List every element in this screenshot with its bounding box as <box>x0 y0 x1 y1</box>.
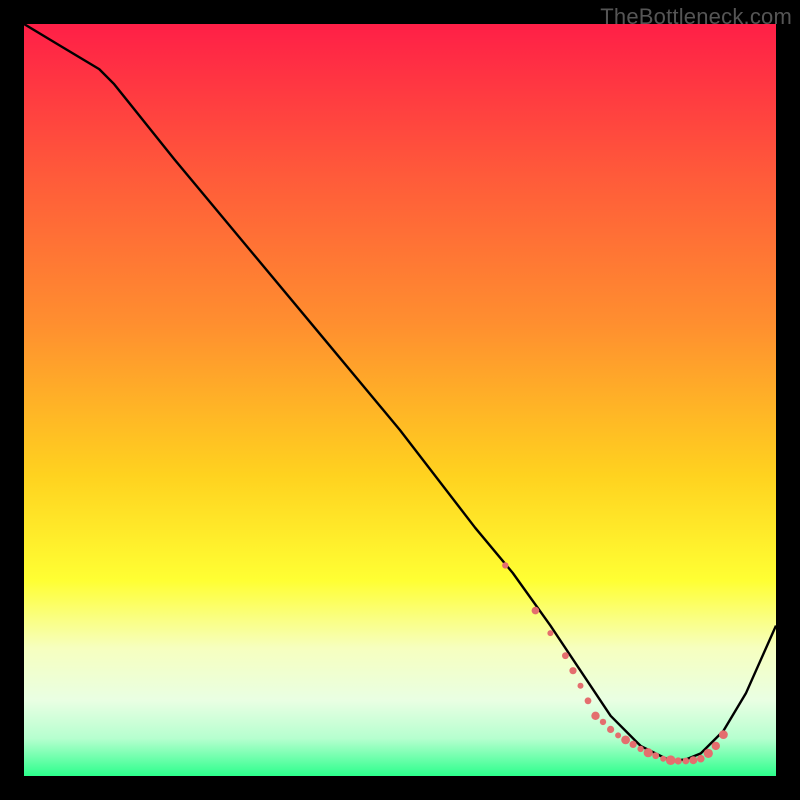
fit-point <box>585 697 592 704</box>
fit-point <box>637 746 643 752</box>
fit-point <box>712 742 720 750</box>
fit-point <box>621 736 630 745</box>
fit-point <box>719 730 728 739</box>
fit-point <box>660 756 666 762</box>
fit-point <box>600 719 606 725</box>
fit-point <box>578 683 584 689</box>
fit-point <box>607 726 614 733</box>
fit-point <box>704 749 713 758</box>
fit-point <box>547 630 553 636</box>
fit-point <box>630 741 637 748</box>
fit-point <box>562 652 569 659</box>
fit-point <box>697 755 705 763</box>
fit-point <box>666 755 676 765</box>
fit-point <box>675 757 682 764</box>
fit-point <box>591 712 599 720</box>
fit-point <box>689 756 697 764</box>
fit-point <box>569 667 576 674</box>
fit-point <box>532 607 540 615</box>
fit-point <box>652 752 659 759</box>
fit-point <box>682 758 689 765</box>
fit-point <box>615 732 621 738</box>
plot-area <box>24 24 776 776</box>
fit-point <box>502 562 508 568</box>
fit-point <box>644 748 653 757</box>
chart-svg <box>24 24 776 776</box>
chart-container: TheBottleneck.com <box>0 0 800 800</box>
